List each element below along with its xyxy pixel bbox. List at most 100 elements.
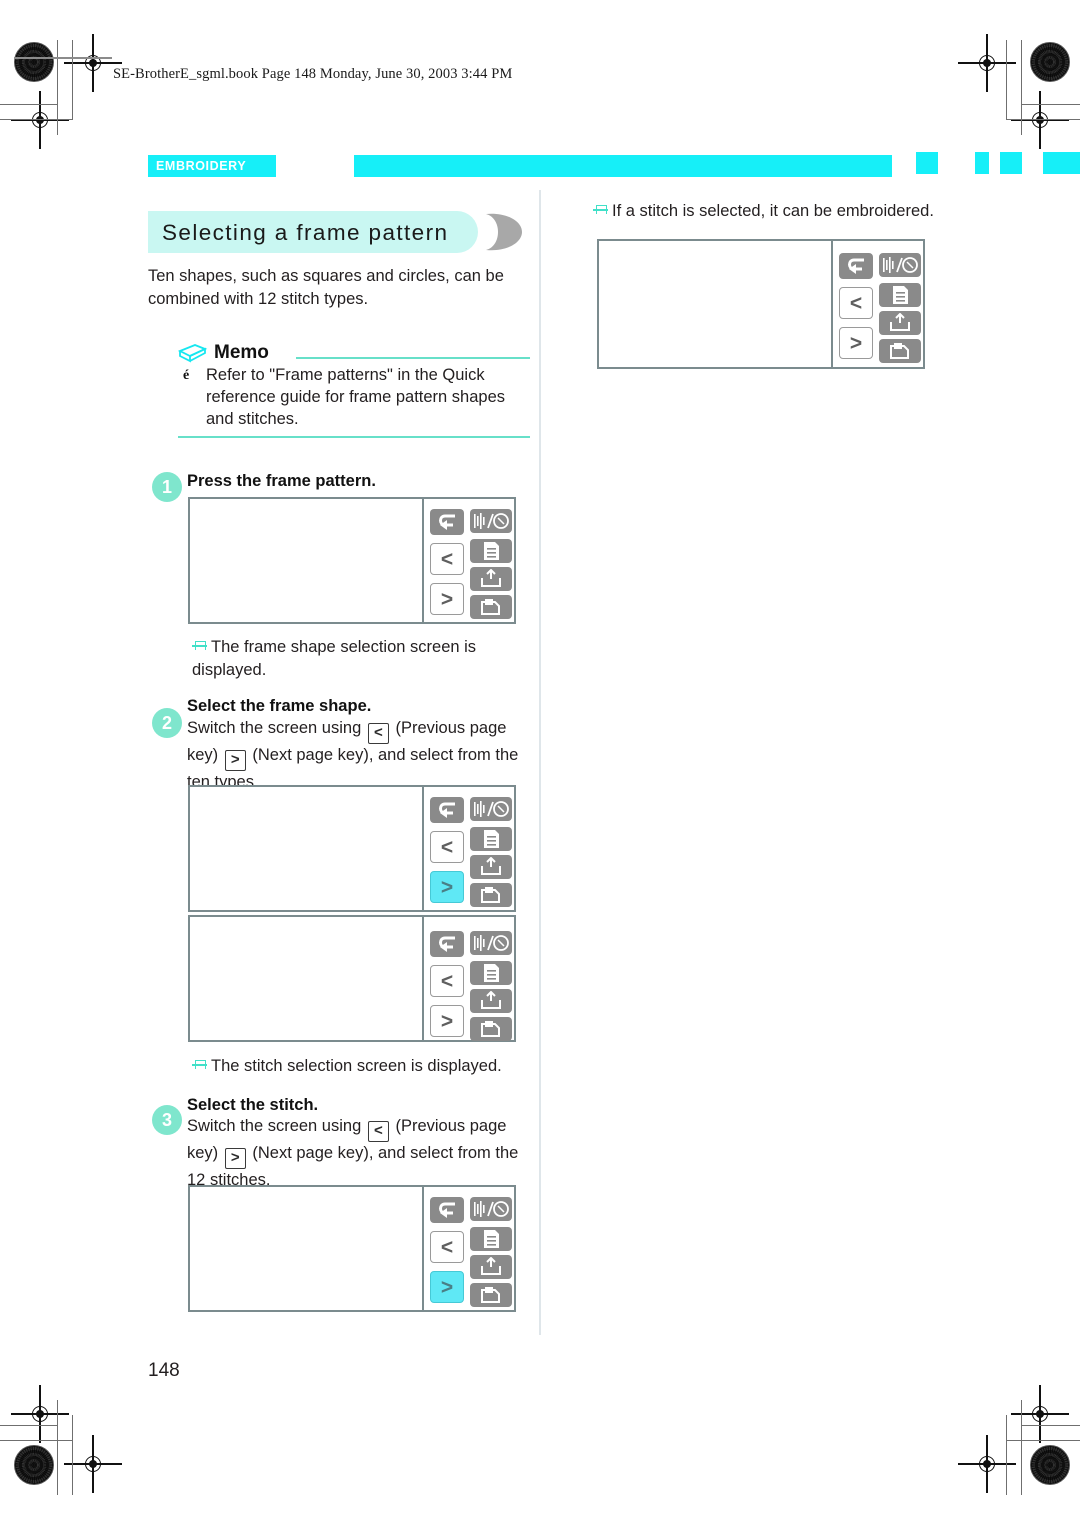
previous-page-button[interactable]: < (430, 831, 464, 863)
memory-card-button[interactable] (470, 1017, 512, 1041)
back-arrow-icon (439, 1202, 455, 1218)
stitch-mode-button[interactable] (470, 931, 512, 955)
memory-card-button[interactable] (470, 883, 512, 907)
page-title: Selecting a frame pattern (162, 220, 449, 245)
lcd-display-area-step2a[interactable] (190, 787, 424, 910)
lcd-display-area-step2b[interactable] (190, 917, 424, 1040)
lcd-key-panel-right: < > (835, 241, 923, 367)
previous-page-label: < (440, 1235, 454, 1259)
stitch-embroidery-toggle-icon (474, 1201, 509, 1217)
stitch-embroidery-toggle-icon (474, 513, 509, 529)
save-upload-icon (890, 313, 910, 331)
lcd-screen-step1: < > (188, 497, 516, 624)
registration-rosette-top-left (14, 42, 54, 82)
back-button[interactable] (430, 797, 464, 823)
color-swatch-tr-1 (1000, 152, 1022, 174)
document-button[interactable] (879, 283, 921, 307)
inline-next-page-key[interactable]: > (224, 750, 246, 771)
lcd-screen-step2-b: < > (188, 915, 516, 1042)
memory-card-button[interactable] (879, 339, 921, 363)
inline-previous-page-key[interactable]: < (367, 723, 389, 744)
next-page-label: > (440, 587, 454, 611)
trimline-br-v2 (1006, 1415, 1008, 1495)
memory-card-button[interactable] (470, 595, 512, 619)
next-page-button[interactable]: > (430, 871, 464, 903)
memo-text: Refer to "Frame patterns" in the Quick r… (206, 366, 506, 428)
lcd-screen-step3: < > (188, 1185, 516, 1312)
stitch-embroidery-toggle-icon (474, 801, 509, 817)
step-1-note: The frame shape selection screen is disp… (192, 636, 522, 681)
save-button[interactable] (470, 567, 512, 591)
step-2-heading: Select the frame shape. (187, 697, 372, 715)
registration-crosshair-tr-a (958, 34, 1016, 92)
back-button[interactable] (430, 931, 464, 957)
previous-page-button[interactable]: < (839, 287, 873, 319)
registration-rosette-bottom-right (1030, 1445, 1070, 1485)
trimline-br-h1 (1022, 1425, 1080, 1427)
stitch-mode-button[interactable] (470, 509, 512, 533)
stitch-mode-button[interactable] (470, 1197, 512, 1221)
step-3-body-pre: Switch the screen using (187, 1117, 362, 1135)
section-title: Selecting a frame pattern (148, 211, 522, 253)
previous-page-label: < (440, 547, 454, 571)
save-button[interactable] (470, 989, 512, 1013)
trimline-tl-v2 (72, 40, 74, 120)
column-divider (539, 190, 541, 1335)
memo-pencil-icon (178, 344, 208, 363)
save-upload-icon (481, 857, 501, 875)
back-button[interactable] (430, 1197, 464, 1223)
step-2-body-pre: Switch the screen using (187, 719, 362, 737)
save-button[interactable] (470, 1255, 512, 1279)
file-header-rule (14, 57, 112, 59)
lcd-display-area-step3[interactable] (190, 1187, 424, 1310)
trimline-tr-v2 (1006, 40, 1008, 120)
running-head-bar (354, 155, 892, 177)
next-page-button[interactable]: > (430, 1271, 464, 1303)
document-button[interactable] (470, 1227, 512, 1251)
lcd-key-panel-step3: < > (426, 1187, 514, 1310)
save-button[interactable] (879, 311, 921, 335)
inline-next-page-key[interactable]: > (224, 1148, 246, 1169)
trimline-tl-h1 (0, 104, 58, 106)
stitch-mode-button[interactable] (470, 797, 512, 821)
step-3-number: 3 (161, 1110, 172, 1130)
save-button[interactable] (470, 855, 512, 879)
back-button[interactable] (839, 253, 873, 279)
memo-bullet-glyph: é (183, 368, 190, 383)
previous-page-button[interactable]: < (430, 965, 464, 997)
memo-rule-top (296, 357, 530, 360)
lcd-display-area-step1[interactable] (190, 499, 424, 622)
lcd-key-panel-step2b: < > (426, 917, 514, 1041)
memory-card-button[interactable] (470, 1283, 512, 1307)
document-list-icon (484, 830, 499, 848)
registration-crosshair-tl-a (64, 34, 122, 92)
lcd-display-area-right[interactable] (599, 241, 833, 367)
document-button[interactable] (470, 539, 512, 563)
previous-page-button[interactable]: < (430, 543, 464, 575)
back-button[interactable] (430, 509, 464, 535)
page-number: 148 (148, 1360, 180, 1381)
next-page-label: > (440, 1275, 454, 1299)
trimline-bl-v2 (72, 1415, 74, 1495)
save-upload-icon (481, 991, 501, 1009)
registration-rosette-bottom-left (14, 1445, 54, 1485)
memo-title: Memo (214, 342, 269, 363)
file-header-line: SE-BrotherE_sgml.book Page 148 Monday, J… (113, 66, 513, 82)
note-dash-icon (593, 205, 608, 215)
next-page-label: > (440, 875, 454, 899)
inline-previous-page-key[interactable]: < (367, 1121, 389, 1142)
trimline-br-v1 (1021, 1400, 1023, 1495)
document-button[interactable] (470, 961, 512, 985)
trimline-tr-h1 (1022, 104, 1080, 106)
stitch-mode-button[interactable] (879, 253, 921, 277)
previous-page-label: < (440, 835, 454, 859)
next-page-button[interactable]: > (430, 1005, 464, 1037)
trimline-tl-h2 (0, 119, 73, 121)
document-button[interactable] (470, 827, 512, 851)
next-page-button[interactable]: > (839, 327, 873, 359)
next-page-button[interactable]: > (430, 583, 464, 615)
document-list-icon (484, 964, 499, 982)
previous-page-button[interactable]: < (430, 1231, 464, 1263)
back-arrow-icon (439, 514, 455, 530)
step-1-number: 1 (161, 477, 172, 497)
